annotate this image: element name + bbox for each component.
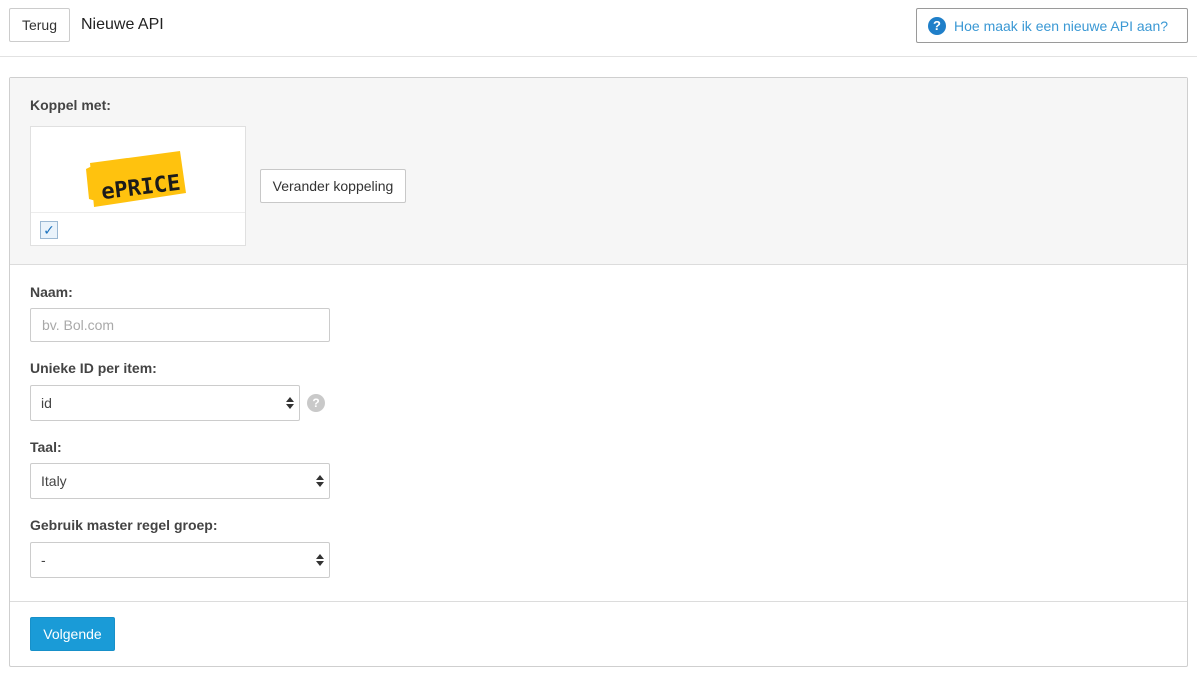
unique-id-help-icon[interactable]: ? bbox=[307, 394, 325, 412]
select-arrows-icon bbox=[316, 554, 324, 566]
connection-checkbox[interactable]: ✓ bbox=[40, 221, 58, 239]
master-group-label: Gebruik master regel groep: bbox=[30, 517, 218, 533]
back-button[interactable]: Terug bbox=[9, 8, 70, 42]
unique-id-label: Unieke ID per item: bbox=[30, 360, 157, 376]
eprice-logo-image: ePRICE bbox=[86, 151, 186, 207]
new-api-panel: Koppel met: ePRICE ✓ Verander koppeling … bbox=[9, 77, 1188, 667]
top-bar: Terug Nieuwe API ? Hoe maak ik een nieuw… bbox=[0, 0, 1197, 57]
master-group-select[interactable]: - bbox=[30, 542, 330, 578]
connect-with-label: Koppel met: bbox=[30, 97, 111, 113]
help-link[interactable]: ? Hoe maak ik een nieuwe API aan? bbox=[916, 8, 1188, 43]
name-input[interactable] bbox=[30, 308, 330, 342]
master-group-value: - bbox=[41, 552, 46, 568]
unique-id-value: id bbox=[41, 395, 52, 411]
connection-card[interactable]: ePRICE ✓ bbox=[30, 126, 246, 246]
language-label: Taal: bbox=[30, 439, 62, 455]
name-label: Naam: bbox=[30, 284, 73, 300]
language-select[interactable]: Italy bbox=[30, 463, 330, 499]
page-title: Nieuwe API bbox=[81, 16, 164, 33]
eprice-logo: ePRICE bbox=[31, 127, 245, 213]
next-button[interactable]: Volgende bbox=[30, 617, 115, 651]
help-link-label: Hoe maak ik een nieuwe API aan? bbox=[954, 17, 1169, 34]
question-icon: ? bbox=[928, 16, 946, 35]
change-connection-button[interactable]: Verander koppeling bbox=[260, 169, 406, 203]
language-value: Italy bbox=[41, 473, 67, 489]
select-arrows-icon bbox=[286, 397, 294, 409]
connection-section: Koppel met: ePRICE ✓ Verander koppeling bbox=[10, 78, 1187, 265]
footer-divider bbox=[10, 601, 1187, 602]
select-arrows-icon bbox=[316, 475, 324, 487]
unique-id-select[interactable]: id bbox=[30, 385, 300, 421]
